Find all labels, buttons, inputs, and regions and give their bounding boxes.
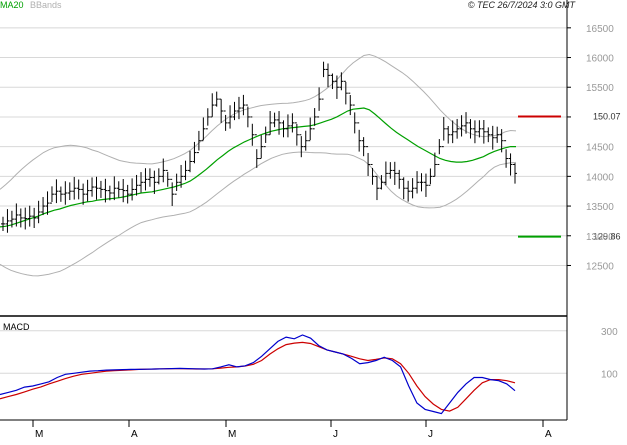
level-label-0: 150.07 [593,112,621,122]
ytick-label-6: 15500 [586,83,614,94]
ytick-label-7: 16000 [586,54,614,65]
xtick-label-0: M [35,429,43,440]
ytick-label-8: 16500 [586,24,614,35]
copyright: © TEC 26/7/2024 3:0 GMT [467,0,575,10]
ytick-label-3: 14000 [586,172,614,183]
ytick-label-0: 12500 [586,261,614,272]
xtick-label-3: J [333,429,338,440]
chart-svg: 150.07129.861250013000135001400014500155… [0,0,627,440]
xtick-label-4: J [428,429,433,440]
ytick-label-4: 14500 [586,143,614,154]
macd-ytick-label-1: 300 [601,327,618,338]
legend: MA20 BBands [0,0,62,10]
xtick-label-2: M [228,429,236,440]
xtick-label-1: A [131,429,138,440]
chart-stage: 150.07 129.86 12500 13000 13500 14000 14500 155… [0,0,627,440]
macd-ytick-label-0: 100 [601,369,618,380]
legend-ma20: MA20 [0,0,24,10]
background [0,0,627,440]
ytick-label-1: 13000 [586,232,614,243]
legend-bbands: BBands [30,0,62,10]
ytick-label-2: 13500 [586,202,614,213]
macd-legend: MACD [3,322,30,332]
xtick-label-5: A [545,429,552,440]
